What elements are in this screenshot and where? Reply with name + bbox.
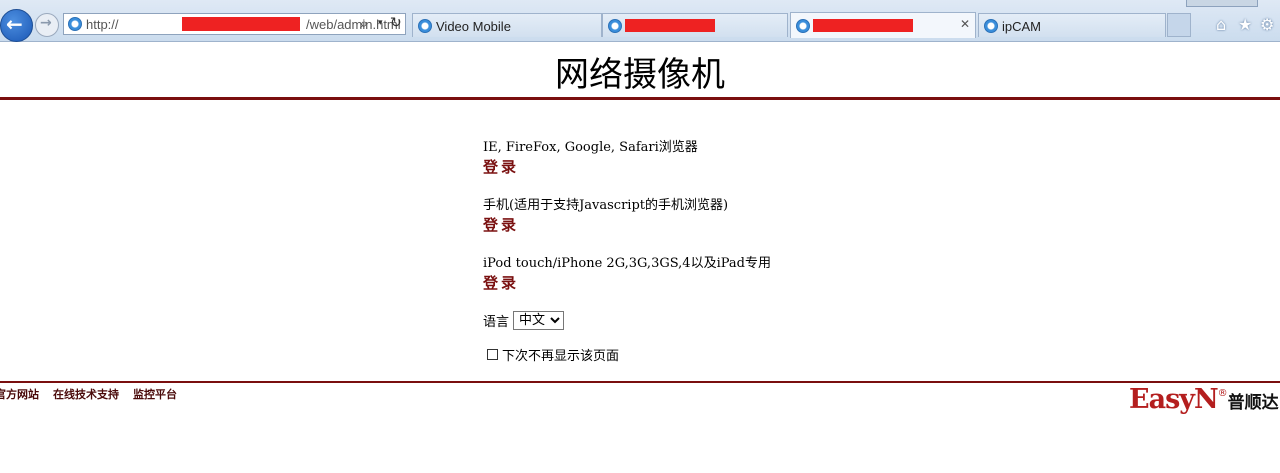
new-tab-button[interactable]: [1167, 13, 1191, 37]
login-pc-link[interactable]: 登录: [483, 156, 519, 177]
footer-link-tech-support[interactable]: 在线技术支持: [53, 386, 119, 402]
login-mobile-link[interactable]: 登录: [483, 214, 519, 235]
footer-links: 官方网站 在线技术支持 监控平台: [0, 386, 177, 402]
registered-mark: ®: [1217, 388, 1228, 399]
tab-label: Video Mobile: [436, 19, 511, 34]
ie-tab-icon: [796, 19, 810, 33]
login-section-pc: IE, FireFox, Google, Safari浏览器 登录: [483, 136, 698, 177]
favorites-star-icon[interactable]: ★: [1238, 15, 1252, 34]
language-select[interactable]: 中文: [513, 311, 565, 330]
page-title: 网络摄像机: [555, 55, 725, 95]
skip-page-checkbox[interactable]: [487, 349, 498, 360]
search-icon[interactable]: ⌕: [360, 16, 368, 32]
skip-page-row: 下次不再显示该页面: [487, 345, 619, 364]
ie-tab-icon: [984, 19, 998, 33]
footer-link-official-site[interactable]: 官方网站: [0, 386, 39, 402]
tab-ipcam[interactable]: ipCAM: [978, 13, 1166, 37]
home-icon[interactable]: ⌂: [1216, 15, 1226, 34]
ie-tab-icon: [608, 19, 622, 33]
back-button[interactable]: ←: [0, 9, 33, 42]
tab-redacted-1[interactable]: [602, 13, 788, 37]
address-bar[interactable]: http:// /web/admin.html ⌕ ▾ ↻: [63, 13, 406, 35]
chevron-down-icon[interactable]: ▾: [378, 18, 383, 28]
section-description: 手机(适用于支持Javascript的手机浏览器): [483, 198, 729, 213]
brand-name-en: EasyN: [1129, 384, 1219, 415]
login-ios-link[interactable]: 登录: [483, 272, 519, 293]
refresh-icon[interactable]: ↻: [390, 15, 402, 31]
login-section-ios: iPod touch/iPhone 2G,3G,3GS,4以及iPad专用 登录: [483, 252, 771, 293]
footer-divider: [0, 381, 1280, 383]
address-path: /web/admin.html: [306, 17, 401, 32]
address-redaction: [182, 17, 300, 31]
tab-title-redaction: [625, 19, 715, 32]
tools-gear-icon[interactable]: ⚙: [1260, 15, 1274, 34]
window-controls[interactable]: [1186, 0, 1258, 7]
login-section-mobile: 手机(适用于支持Javascript的手机浏览器) 登录: [483, 194, 728, 235]
title-divider: [0, 97, 1280, 100]
tab-video-mobile[interactable]: Video Mobile: [412, 13, 602, 37]
ie-page-icon: [68, 17, 82, 31]
footer-link-monitor-platform[interactable]: 监控平台: [133, 386, 177, 402]
address-prefix: http://: [86, 17, 119, 32]
section-description: IE, FireFox, Google, Safari浏览器: [483, 140, 698, 155]
back-icon: ←: [6, 12, 23, 36]
section-description: iPod touch/iPhone 2G,3G,3GS,4以及iPad专用: [483, 256, 771, 271]
forward-button[interactable]: →: [35, 13, 59, 37]
close-icon[interactable]: ✕: [960, 17, 970, 31]
ie-tab-icon: [418, 19, 432, 33]
browser-toolbar: ← → http:// /web/admin.html ⌕ ▾ ↻ Video …: [0, 0, 1280, 42]
forward-icon: →: [40, 15, 52, 31]
language-row: 语言 中文: [483, 311, 565, 330]
tab-label: ipCAM: [1002, 19, 1042, 34]
language-label: 语言: [483, 315, 510, 330]
skip-page-label: 下次不再显示该页面: [502, 349, 620, 364]
brand-name-cn: 普顺达: [1227, 393, 1279, 413]
tab-redacted-active[interactable]: ✕: [790, 12, 976, 38]
brand-logo: EasyN®普顺达: [1129, 384, 1279, 415]
tab-title-redaction: [813, 19, 913, 32]
